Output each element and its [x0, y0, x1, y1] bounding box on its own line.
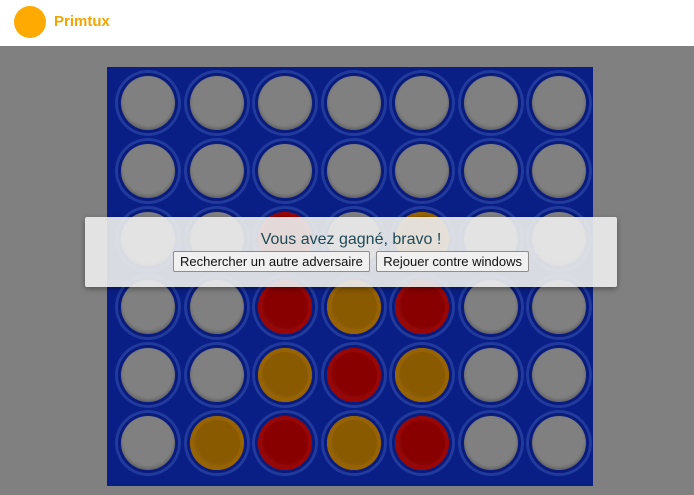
- empty-slot: [532, 348, 586, 402]
- board-cell-r2-c5[interactable]: [389, 138, 455, 204]
- red-disc: [395, 280, 449, 334]
- empty-slot: [326, 76, 381, 130]
- board-cell-r5-c7[interactable]: [526, 342, 592, 408]
- board-cell-r5-c5[interactable]: [389, 342, 455, 408]
- board-cell-r6-c2[interactable]: [183, 410, 250, 476]
- result-message: Vous avez gagné, bravo !: [260, 231, 442, 248]
- board-cell-r2-c1[interactable]: [115, 138, 181, 204]
- red-disc: [258, 416, 312, 470]
- empty-slot: [532, 416, 586, 470]
- search-opponent-button[interactable]: Rechercher un autre adversaire: [172, 251, 370, 272]
- empty-slot: [189, 144, 244, 198]
- empty-slot: [532, 280, 586, 334]
- board-cell-r6-c3[interactable]: [252, 410, 318, 476]
- empty-slot: [395, 144, 449, 198]
- empty-slot: [326, 144, 381, 198]
- yellow-disc: [326, 280, 381, 334]
- empty-slot: [121, 76, 175, 130]
- board-cell-r6-c6[interactable]: [457, 410, 524, 476]
- empty-slot: [532, 144, 586, 198]
- board-cell-r1-c4[interactable]: [320, 70, 387, 136]
- empty-slot: [463, 348, 518, 402]
- board-cell-r1-c7[interactable]: [526, 70, 592, 136]
- empty-slot: [532, 76, 586, 130]
- empty-slot: [121, 348, 175, 402]
- empty-slot: [121, 144, 175, 198]
- board-cell-r2-c6[interactable]: [457, 138, 524, 204]
- replay-button[interactable]: Rejouer contre windows: [376, 251, 529, 272]
- board-cell-r1-c6[interactable]: [457, 70, 524, 136]
- board-cell-r6-c7[interactable]: [526, 410, 592, 476]
- empty-slot: [463, 280, 518, 334]
- app-title: Primtux: [54, 13, 110, 30]
- empty-slot: [189, 76, 244, 130]
- empty-slot: [189, 280, 244, 334]
- board-cell-r2-c3[interactable]: [252, 138, 318, 204]
- empty-slot: [463, 144, 518, 198]
- board-cell-r5-c3[interactable]: [252, 342, 318, 408]
- yellow-disc: [326, 416, 381, 470]
- board-cell-r6-c4[interactable]: [320, 410, 387, 476]
- board-cell-r5-c6[interactable]: [457, 342, 524, 408]
- board-cell-r2-c4[interactable]: [320, 138, 387, 204]
- red-disc: [258, 280, 312, 334]
- empty-slot: [258, 144, 312, 198]
- empty-slot: [463, 76, 518, 130]
- empty-slot: [189, 348, 244, 402]
- red-disc: [395, 416, 449, 470]
- board-cell-r2-c7[interactable]: [526, 138, 592, 204]
- yellow-disc: [258, 348, 312, 402]
- empty-slot: [395, 76, 449, 130]
- yellow-disc: [189, 416, 244, 470]
- logo-icon: [14, 6, 46, 38]
- board-cell-r1-c5[interactable]: [389, 70, 455, 136]
- empty-slot: [463, 416, 518, 470]
- top-bar: Primtux: [0, 0, 694, 46]
- board-cell-r6-c1[interactable]: [115, 410, 181, 476]
- red-disc: [326, 348, 381, 402]
- board-cell-r5-c2[interactable]: [183, 342, 250, 408]
- board-cell-r5-c1[interactable]: [115, 342, 181, 408]
- empty-slot: [121, 280, 175, 334]
- board-cell-r1-c2[interactable]: [183, 70, 250, 136]
- board-cell-r1-c1[interactable]: [115, 70, 181, 136]
- board-cell-r2-c2[interactable]: [183, 138, 250, 204]
- yellow-disc: [395, 348, 449, 402]
- empty-slot: [258, 76, 312, 130]
- board-cell-r6-c5[interactable]: [389, 410, 455, 476]
- board-cell-r1-c3[interactable]: [252, 70, 318, 136]
- dialog-buttons: Rechercher un autre adversaire Rejouer c…: [85, 251, 617, 272]
- empty-slot: [121, 416, 175, 470]
- board-cell-r5-c4[interactable]: [320, 342, 387, 408]
- result-dialog: Vous avez gagné, bravo ! Rechercher un a…: [85, 217, 617, 287]
